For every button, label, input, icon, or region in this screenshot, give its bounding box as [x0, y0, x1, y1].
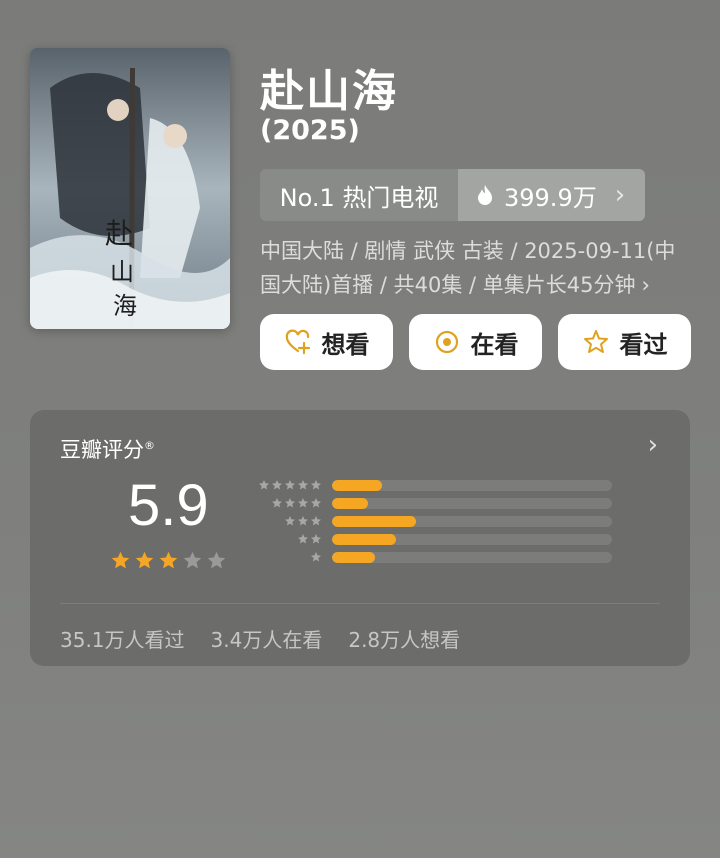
- distribution-track: [332, 533, 612, 545]
- rank-label[interactable]: No.1 热门电视: [260, 169, 458, 221]
- heat-section[interactable]: 399.9万 ›: [458, 169, 645, 221]
- distribution-bar-5-star: [332, 479, 383, 491]
- star-small-icon: [272, 480, 282, 490]
- distribution-row-5-star: [252, 476, 612, 494]
- rank-bar[interactable]: No.1 热门电视 399.9万 ›: [260, 169, 645, 221]
- distribution-bar-3-star: [332, 515, 416, 527]
- star-small-icon: [311, 534, 321, 544]
- poster-art: 赴 山 海: [30, 48, 230, 329]
- show-year: (2025): [260, 115, 360, 146]
- watched-count: 35.1万人看过: [60, 628, 185, 652]
- star-outline-icon: [583, 330, 608, 353]
- star-small-icon: [272, 498, 282, 508]
- star-small-icon: [285, 498, 295, 508]
- star-empty-icon: [183, 551, 202, 569]
- chevron-right-icon[interactable]: ›: [648, 430, 658, 460]
- star-small-icon: [259, 480, 269, 490]
- svg-text:山: 山: [110, 258, 134, 286]
- distribution-track: [332, 551, 612, 563]
- svg-text:海: 海: [113, 292, 137, 320]
- chevron-right-icon: ›: [641, 273, 650, 297]
- distribution-bar-2-star: [332, 533, 397, 545]
- want-count: 2.8万人想看: [348, 628, 461, 652]
- star-small-icon: [311, 552, 321, 562]
- divider: [60, 603, 660, 604]
- star-empty-icon: [207, 551, 226, 569]
- watched-button[interactable]: 看过: [558, 314, 691, 370]
- want-label: 想看: [321, 330, 370, 359]
- poster-title-art: 赴: [105, 217, 133, 250]
- meta-text: 中国大陆 / 剧情 武侠 古装 / 2025-09-11(中国大陆)首播 / 共…: [260, 239, 676, 297]
- distribution-row-1-star: [252, 548, 612, 566]
- watched-label: 看过: [619, 330, 668, 359]
- watching-label: 在看: [470, 330, 519, 359]
- distribution-stars: [252, 497, 322, 509]
- fire-icon: [478, 185, 492, 205]
- movie-detail-page: 赴 山 海 赴山海 (2025) No.1 热门电视 399.9万 › 中国大陆…: [0, 0, 720, 858]
- distribution-stars: [252, 533, 322, 545]
- rating-distribution: [252, 476, 612, 566]
- star-filled-icon: [159, 551, 178, 569]
- distribution-stars: [252, 515, 322, 527]
- show-meta[interactable]: 中国大陆 / 剧情 武侠 古装 / 2025-09-11(中国大陆)首播 / 共…: [260, 234, 690, 302]
- star-small-icon: [311, 516, 321, 526]
- heat-value: 399.9万: [504, 183, 597, 212]
- rating-card[interactable]: 豆瓣评分® › 5.9 35.1万人看过 3.4万人在看 2.8万人想看: [30, 410, 690, 666]
- score-stars: [110, 550, 227, 571]
- heart-plus-icon: [285, 329, 310, 355]
- star-small-icon: [298, 498, 308, 508]
- distribution-bar-4-star: [332, 497, 369, 509]
- rating-header-text: 豆瓣评分: [60, 438, 144, 462]
- action-buttons: 想看 在看 看过: [260, 314, 691, 370]
- distribution-track: [332, 479, 612, 491]
- star-filled-icon: [135, 551, 154, 569]
- registered-mark: ®: [144, 439, 155, 452]
- distribution-bar-1-star: [332, 551, 376, 563]
- distribution-row-2-star: [252, 530, 612, 548]
- want-to-watch-button[interactable]: 想看: [260, 314, 393, 370]
- rating-header: 豆瓣评分®: [60, 434, 155, 464]
- watching-button[interactable]: 在看: [409, 314, 542, 370]
- audience-stats: 35.1万人看过 3.4万人在看 2.8万人想看: [60, 624, 460, 653]
- poster-image[interactable]: 赴 山 海: [30, 48, 230, 329]
- distribution-row-3-star: [252, 512, 612, 530]
- show-title: 赴山海: [260, 66, 398, 117]
- chevron-right-icon: ›: [614, 180, 626, 210]
- rating-score: 5.9: [128, 473, 209, 538]
- star-filled-icon: [111, 551, 130, 569]
- star-small-icon: [298, 534, 308, 544]
- distribution-track: [332, 515, 612, 527]
- star-small-icon: [298, 480, 308, 490]
- star-small-icon: [298, 516, 308, 526]
- star-small-icon: [285, 480, 295, 490]
- distribution-stars: [252, 551, 322, 563]
- watching-count: 3.4万人在看: [210, 628, 323, 652]
- target-icon: [435, 330, 458, 354]
- distribution-stars: [252, 479, 322, 491]
- distribution-row-4-star: [252, 494, 612, 512]
- distribution-track: [332, 497, 612, 509]
- star-small-icon: [285, 516, 295, 526]
- star-small-icon: [311, 480, 321, 490]
- star-small-icon: [311, 498, 321, 508]
